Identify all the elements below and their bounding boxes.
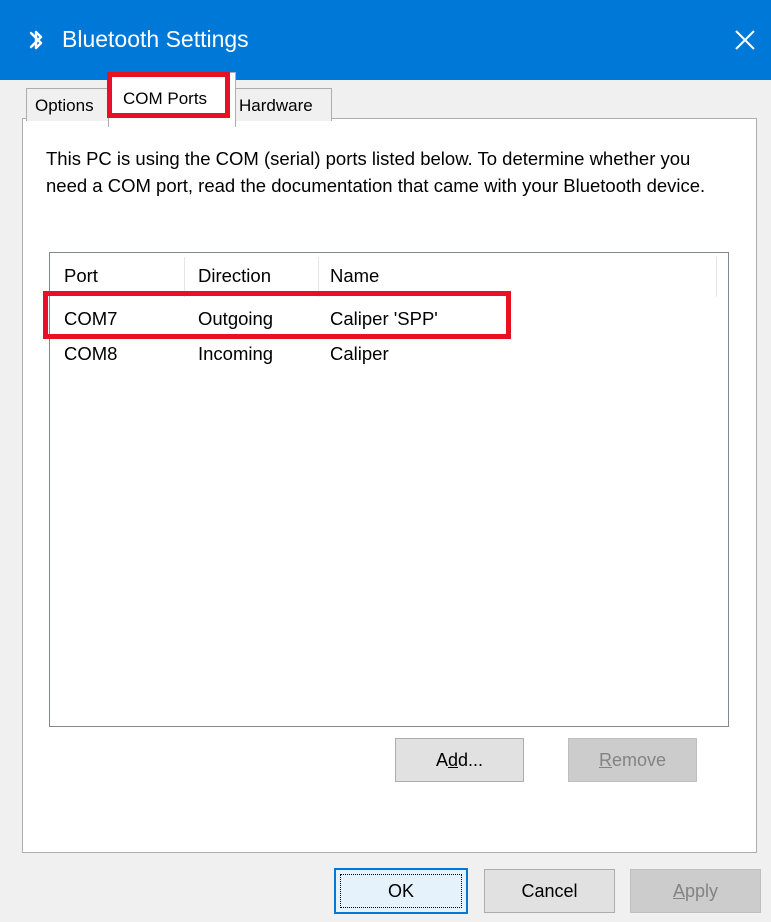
focus-rect bbox=[340, 874, 462, 908]
add-button-label-rest: d... bbox=[458, 750, 484, 770]
close-icon[interactable] bbox=[720, 16, 770, 64]
apply-button-accesskey: A bbox=[672, 881, 685, 901]
title-bar: Bluetooth Settings bbox=[0, 0, 771, 80]
apply-button[interactable]: Apply bbox=[630, 869, 761, 913]
remove-button[interactable]: Remove bbox=[568, 738, 697, 782]
tab-hardware[interactable]: Hardware bbox=[232, 88, 332, 121]
remove-button-accesskey: R bbox=[598, 750, 612, 770]
cell-direction: Incoming bbox=[198, 343, 274, 364]
cell-port: COM8 bbox=[64, 343, 118, 364]
window-title: Bluetooth Settings bbox=[62, 26, 249, 52]
tab-options[interactable]: Options bbox=[26, 88, 110, 121]
description-text: This PC is using the COM (serial) ports … bbox=[46, 148, 706, 196]
tab-hardware-label: Hardware bbox=[239, 96, 313, 115]
add-button[interactable]: Add... bbox=[395, 738, 524, 782]
bluetooth-icon bbox=[29, 30, 43, 50]
column-header-name[interactable]: Name bbox=[330, 263, 379, 289]
remove-button-label-rest: emove bbox=[611, 750, 667, 770]
tab-options-label: Options bbox=[35, 96, 94, 115]
apply-button-label-rest: pply bbox=[684, 881, 719, 901]
cancel-button-label: Cancel bbox=[521, 881, 578, 901]
ok-button[interactable]: OK bbox=[334, 868, 468, 914]
cancel-button[interactable]: Cancel bbox=[484, 869, 615, 913]
cell-name: Caliper bbox=[330, 343, 389, 364]
column-divider[interactable] bbox=[716, 257, 717, 297]
add-button-accesskey: d bbox=[447, 750, 458, 770]
column-header-direction[interactable]: Direction bbox=[198, 263, 271, 289]
row-highlight-box bbox=[43, 291, 511, 339]
column-header-port[interactable]: Port bbox=[64, 263, 98, 289]
list-item[interactable]: COM8 Incoming Caliper bbox=[50, 338, 715, 370]
add-button-label: A bbox=[435, 750, 448, 770]
tab-highlight-box bbox=[107, 72, 230, 118]
